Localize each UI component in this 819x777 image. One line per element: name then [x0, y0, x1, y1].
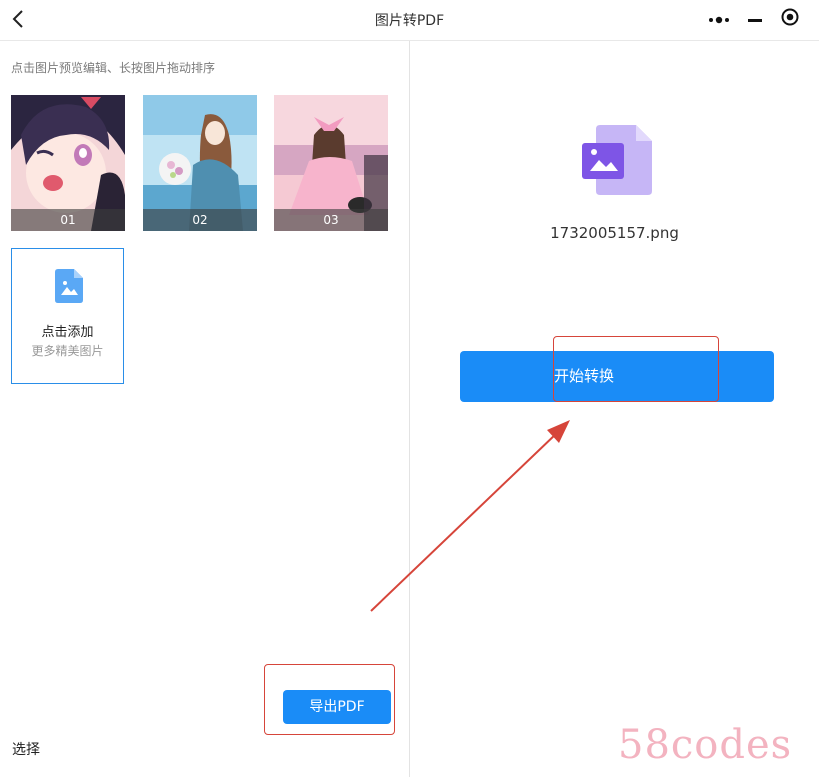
- hint-text: 点击图片预览编辑、长按图片拖动排序: [11, 61, 216, 75]
- mini-program-capsule: [699, 6, 809, 32]
- add-image-card[interactable]: 点击添加 更多精美图片: [11, 248, 124, 384]
- image-file-icon: [55, 269, 83, 303]
- watermark: 58codes: [618, 722, 793, 768]
- minimize-icon[interactable]: [747, 10, 763, 29]
- title-bar: 图片转PDF: [0, 0, 819, 41]
- target-close-icon[interactable]: [780, 7, 800, 31]
- more-dots-icon[interactable]: [708, 10, 730, 29]
- start-convert-label: 开始转换: [553, 367, 614, 385]
- image-file-icon: [582, 125, 652, 195]
- select-button[interactable]: 选择: [12, 739, 40, 759]
- conversion-pane: 1732005157.png 开始转换: [410, 41, 819, 777]
- image-thumb-3[interactable]: 03: [274, 95, 388, 231]
- page-title: 图片转PDF: [374, 13, 445, 29]
- image-index-label: 03: [274, 209, 388, 231]
- image-index-label: 02: [143, 209, 257, 231]
- add-card-subtitle: 更多精美图片: [31, 344, 104, 358]
- image-index-label: 01: [11, 209, 125, 231]
- image-thumb-1[interactable]: 01: [11, 95, 125, 231]
- file-name: 1732005157.png: [550, 224, 679, 242]
- export-pdf-button[interactable]: 导出PDF: [283, 690, 391, 724]
- start-convert-button[interactable]: 开始转换: [460, 351, 774, 402]
- image-list-pane: 点击图片预览编辑、长按图片拖动排序 01 02 03 点击添加 更多精美图片 选…: [0, 41, 410, 777]
- image-thumb-2[interactable]: 02: [143, 95, 257, 231]
- add-card-title: 点击添加: [41, 325, 94, 340]
